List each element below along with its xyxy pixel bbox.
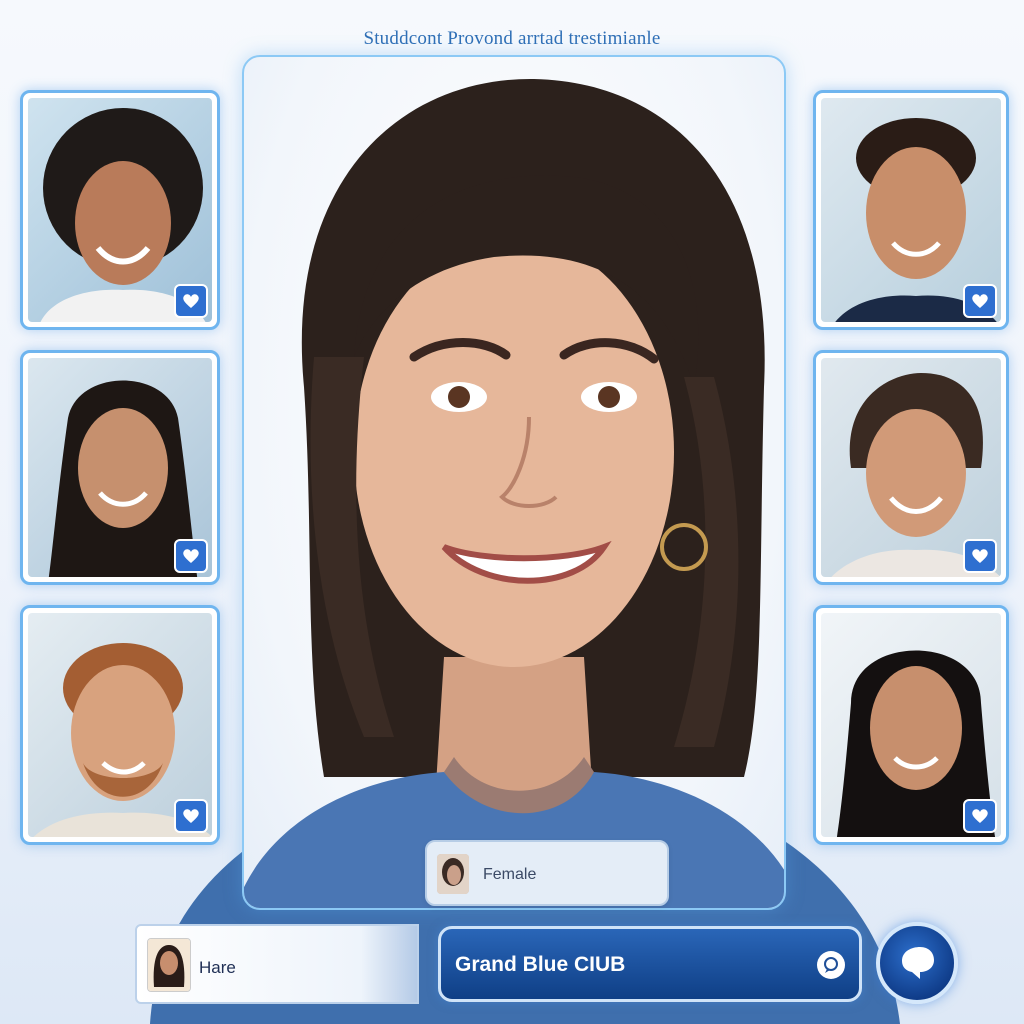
featured-portrait-image — [244, 78, 784, 908]
user-name: Hare — [199, 958, 236, 977]
thumbnail-profile-2[interactable] — [20, 350, 220, 585]
thumbnail-image — [821, 613, 1001, 837]
speech-bubble-icon — [902, 947, 934, 979]
chat-icon — [817, 951, 845, 979]
thumbnail-image — [28, 98, 212, 322]
heart-icon[interactable] — [963, 284, 997, 318]
heart-icon[interactable] — [963, 539, 997, 573]
thumbnail-profile-3[interactable] — [20, 605, 220, 845]
featured-profile-card[interactable] — [242, 55, 786, 910]
thumbnail-image — [821, 98, 1001, 322]
gender-label-card: Female — [425, 840, 669, 906]
user-name-bar[interactable]: Hare — [135, 924, 419, 1004]
club-button[interactable]: Grand Blue CIUB — [438, 926, 862, 1002]
thumbnail-profile-5[interactable] — [813, 350, 1009, 585]
club-button-label: Grand Blue CIUB — [455, 953, 626, 976]
thumbnail-image — [821, 358, 1001, 577]
gender-avatar — [437, 854, 469, 894]
heart-icon[interactable] — [174, 799, 208, 833]
heart-icon[interactable] — [174, 284, 208, 318]
thumbnail-image — [28, 358, 212, 577]
message-button[interactable] — [876, 922, 958, 1004]
thumbnail-profile-4[interactable] — [813, 90, 1009, 330]
user-avatar — [147, 938, 191, 992]
gender-label: Female — [483, 866, 537, 883]
thumbnail-profile-1[interactable] — [20, 90, 220, 330]
heart-icon[interactable] — [174, 539, 208, 573]
heart-icon[interactable] — [963, 799, 997, 833]
thumbnail-image — [28, 613, 212, 837]
thumbnail-profile-6[interactable] — [813, 605, 1009, 845]
